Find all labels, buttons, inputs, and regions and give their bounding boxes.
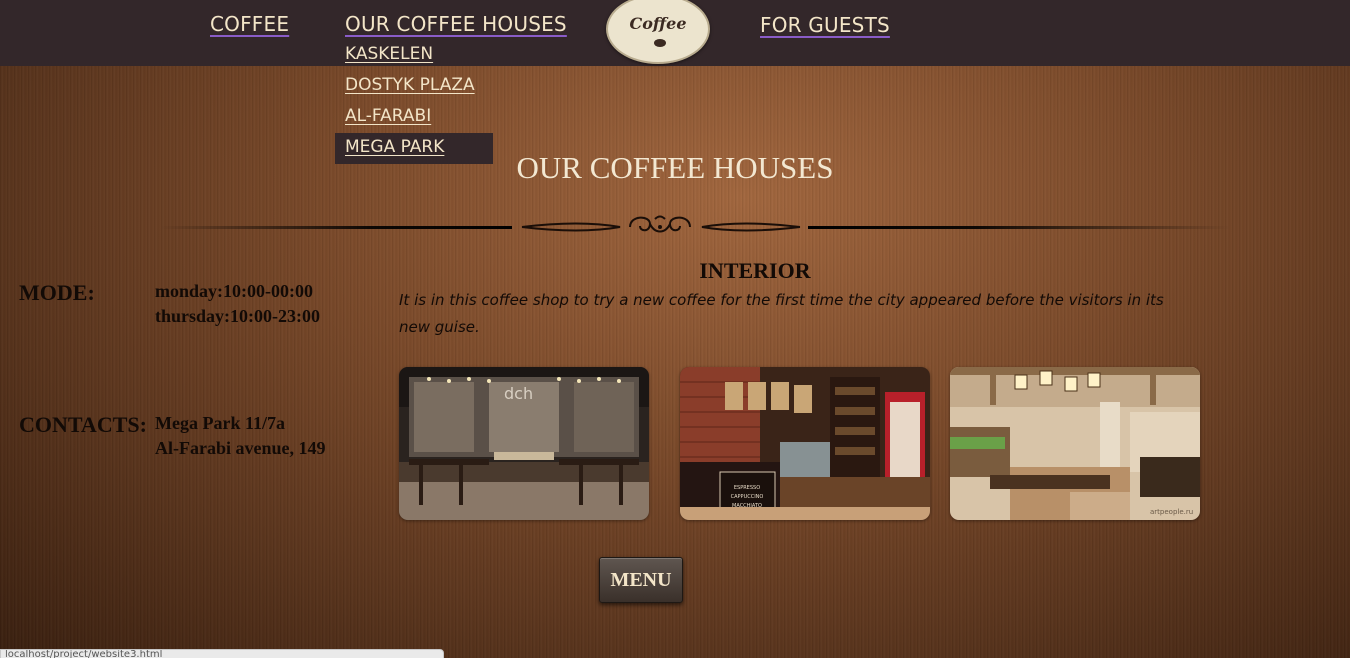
photo2-caption-1: ESPRESSO	[734, 485, 760, 491]
interior-photo-3[interactable]: artpeople.ru	[950, 367, 1200, 520]
interior-photo-1[interactable]: dch	[399, 367, 649, 520]
nav-link-coffee[interactable]: COFFEE	[210, 12, 289, 36]
photo3-watermark: artpeople.ru	[1150, 508, 1193, 516]
ornamental-divider	[160, 215, 1230, 233]
page-title: OUR COFFEE HOUSES	[516, 150, 834, 185]
interior-title: INTERIOR	[699, 258, 811, 283]
coffee-houses-dropdown: KASKELEN DOSTYK PLAZA AL-FARABI MEGA PAR…	[335, 40, 493, 164]
mode-hours-line1: monday:10:00-00:00	[155, 281, 313, 301]
dropdown-item-dostyk-plaza[interactable]: DOSTYK PLAZA	[335, 71, 493, 102]
photo2-caption-2: CAPPUCCINO	[731, 494, 764, 500]
contacts-line1: Mega Park 11/7a	[155, 413, 285, 433]
coffee-logo[interactable]: Coffee	[606, 0, 710, 64]
nav-link-coffee-houses[interactable]: OUR COFFEE HOUSES	[345, 12, 567, 36]
interior-photo-2[interactable]: ESPRESSO CAPPUCCINO MACCHIATO	[680, 367, 930, 520]
nav-link-for-guests[interactable]: FOR GUESTS	[760, 13, 890, 37]
contacts-line2: Al-Farabi avenue, 149	[155, 438, 326, 458]
browser-status-bar: localhost/project/website3.html	[0, 649, 444, 658]
top-navbar: COFFEE OUR COFFEE HOUSES Coffee FOR GUES…	[0, 0, 1350, 66]
coffee-bean-icon	[654, 39, 666, 47]
mode-hours: monday:10:00-00:00 thursday:10:00-23:00	[155, 279, 320, 329]
interior-description: It is in this coffee shop to try a new c…	[399, 291, 1164, 336]
contacts-address: Mega Park 11/7a Al-Farabi avenue, 149	[155, 411, 326, 461]
dropdown-item-al-farabi[interactable]: AL-FARABI	[335, 102, 493, 133]
dropdown-item-kaskelen[interactable]: KASKELEN	[335, 40, 493, 71]
mode-label: MODE:	[19, 280, 95, 305]
photo1-sign-text: dch	[504, 384, 533, 403]
contacts-label: CONTACTS:	[19, 412, 147, 437]
mode-hours-line2: thursday:10:00-23:00	[155, 306, 320, 326]
menu-button[interactable]: MENU	[599, 557, 683, 603]
logo-text: Coffee	[629, 14, 687, 33]
